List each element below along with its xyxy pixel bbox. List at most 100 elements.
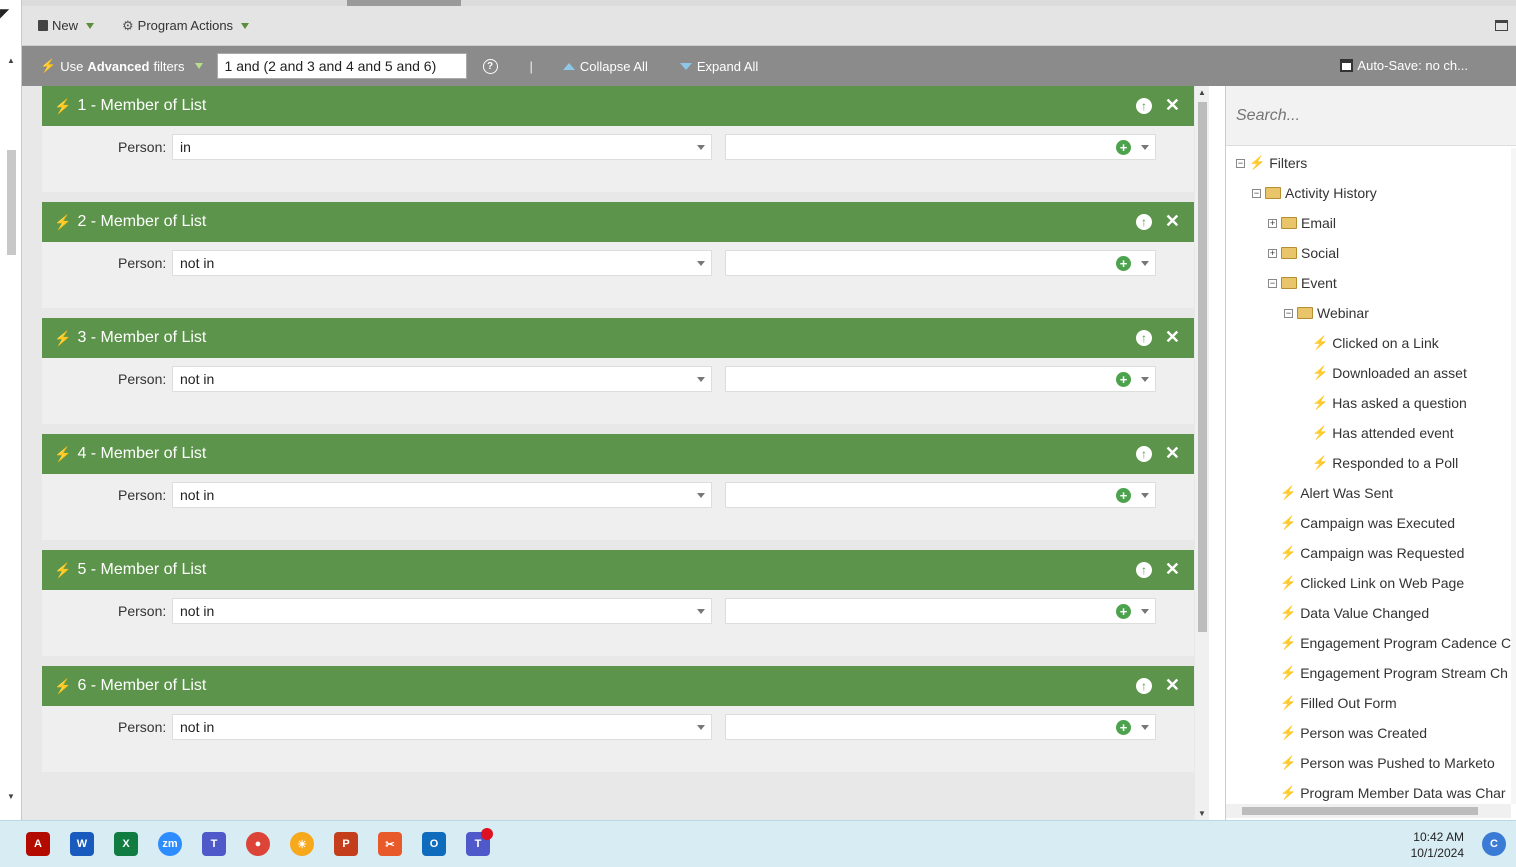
close-icon[interactable]: ✕ bbox=[1165, 211, 1180, 232]
canvas-scroll-thumb[interactable] bbox=[1198, 102, 1207, 632]
tree-item[interactable]: ⚡ Person was Pushed to Marketo bbox=[1280, 748, 1495, 778]
tree-scroll-thumb[interactable] bbox=[1242, 807, 1478, 815]
scroll-down-icon[interactable]: ▼ bbox=[1198, 809, 1206, 818]
word-icon[interactable]: W bbox=[70, 832, 94, 856]
add-icon[interactable]: + bbox=[1116, 140, 1131, 155]
move-up-icon[interactable]: ↑ bbox=[1136, 330, 1152, 346]
move-up-icon[interactable]: ↑ bbox=[1136, 446, 1152, 462]
tree-item[interactable]: ⚡ Person was Created bbox=[1280, 718, 1427, 748]
scroll-down-icon[interactable]: ▼ bbox=[7, 792, 15, 801]
expand-toggle-icon[interactable]: + bbox=[1268, 218, 1277, 228]
program-actions-button[interactable]: ⚙ Program Actions bbox=[122, 18, 250, 34]
collapse-toggle-icon[interactable]: − bbox=[1252, 188, 1261, 198]
tree-item[interactable]: − Event bbox=[1268, 268, 1337, 298]
filter-logic-input[interactable] bbox=[216, 53, 467, 79]
move-up-icon[interactable]: ↑ bbox=[1136, 98, 1152, 114]
filter-header[interactable]: ⚡ 3 - Member of List ↑ ✕ bbox=[42, 318, 1194, 358]
list-value-select[interactable]: + bbox=[725, 598, 1156, 624]
tree-item[interactable]: ⚡ Downloaded an asset bbox=[1312, 358, 1467, 388]
tree-item[interactable]: − Webinar bbox=[1284, 298, 1369, 328]
filter-header[interactable]: ⚡ 6 - Member of List ↑ ✕ bbox=[42, 666, 1194, 706]
list-value-select[interactable]: + bbox=[725, 482, 1156, 508]
close-icon[interactable]: ✕ bbox=[1165, 443, 1180, 464]
window-maximize-icon[interactable] bbox=[1495, 20, 1508, 31]
chrome-icon[interactable]: ● bbox=[246, 832, 270, 856]
scroll-up-icon[interactable]: ▲ bbox=[7, 56, 15, 65]
close-icon[interactable]: ✕ bbox=[1165, 327, 1180, 348]
search-input[interactable] bbox=[1226, 98, 1511, 134]
add-icon[interactable]: + bbox=[1116, 372, 1131, 387]
tree-horizontal-scrollbar[interactable] bbox=[1226, 804, 1511, 818]
left-scrollbar[interactable]: ▲ ▼ bbox=[5, 50, 18, 805]
acrobat-icon[interactable]: A bbox=[26, 832, 50, 856]
tree-item[interactable]: ⚡ Data Value Changed bbox=[1280, 598, 1429, 628]
person-label: Person: bbox=[118, 719, 167, 735]
left-scroll-thumb[interactable] bbox=[7, 150, 16, 255]
move-up-icon[interactable]: ↑ bbox=[1136, 214, 1152, 230]
filter-header[interactable]: ⚡ 4 - Member of List ↑ ✕ bbox=[42, 434, 1194, 474]
snipping-tool-icon[interactable]: ✂ bbox=[378, 832, 402, 856]
operator-select[interactable]: not in bbox=[172, 366, 712, 392]
add-icon[interactable]: + bbox=[1116, 256, 1131, 271]
tree-item-label: Alert Was Sent bbox=[1300, 485, 1394, 501]
tree-vertical-scrollbar[interactable] bbox=[1511, 148, 1516, 804]
add-icon[interactable]: + bbox=[1116, 488, 1131, 503]
expand-toggle-icon[interactable]: + bbox=[1268, 248, 1277, 258]
list-value-select[interactable]: + bbox=[725, 250, 1156, 276]
weather-icon[interactable]: ☀ bbox=[290, 832, 314, 856]
tree-item[interactable]: ⚡ Has attended event bbox=[1312, 418, 1454, 448]
tree-item[interactable]: ⚡ Filled Out Form bbox=[1280, 688, 1397, 718]
powerpoint-icon[interactable]: P bbox=[334, 832, 358, 856]
tree-item[interactable]: ⚡ Clicked Link on Web Page bbox=[1280, 568, 1464, 598]
collapse-toggle-icon[interactable]: − bbox=[1236, 158, 1245, 168]
operator-select[interactable]: not in bbox=[172, 250, 712, 276]
add-icon[interactable]: + bbox=[1116, 604, 1131, 619]
advanced-filters-toggle[interactable]: ⚡ Use Advanced filters bbox=[40, 58, 203, 74]
tree-item[interactable]: ⚡ Campaign was Executed bbox=[1280, 508, 1455, 538]
tree-item[interactable]: ⚡ Engagement Program Stream Ch bbox=[1280, 658, 1508, 688]
close-icon[interactable]: ✕ bbox=[1165, 559, 1180, 580]
outlook-icon[interactable]: O bbox=[422, 832, 446, 856]
help-icon[interactable]: ? bbox=[482, 58, 498, 74]
close-icon[interactable]: ✕ bbox=[1165, 675, 1180, 696]
move-up-icon[interactable]: ↑ bbox=[1136, 678, 1152, 694]
operator-select[interactable]: in bbox=[172, 134, 712, 160]
tree-item[interactable]: ⚡ Responded to a Poll bbox=[1312, 448, 1458, 478]
collapse-arrow-icon[interactable]: ◤ bbox=[0, 6, 9, 20]
operator-select[interactable]: not in bbox=[172, 482, 712, 508]
expand-all-button[interactable]: Expand All bbox=[679, 59, 758, 74]
filter-header[interactable]: ⚡ 2 - Member of List ↑ ✕ bbox=[42, 202, 1194, 242]
tree-item[interactable]: ⚡ Clicked on a Link bbox=[1312, 328, 1439, 358]
tree-item[interactable]: − ⚡ Filters bbox=[1236, 148, 1307, 178]
filter-header[interactable]: ⚡ 1 - Member of List ↑ ✕ bbox=[42, 86, 1194, 126]
collapse-toggle-icon[interactable]: − bbox=[1284, 308, 1293, 318]
tree-item[interactable]: ⚡ Has asked a question bbox=[1312, 388, 1467, 418]
tree-item[interactable]: − Activity History bbox=[1252, 178, 1377, 208]
collapse-toggle-icon[interactable]: − bbox=[1268, 278, 1277, 288]
scroll-up-icon[interactable]: ▲ bbox=[1198, 88, 1206, 97]
tree-item[interactable]: ⚡ Alert Was Sent bbox=[1280, 478, 1393, 508]
document-icon bbox=[38, 20, 48, 31]
operator-select[interactable]: not in bbox=[172, 714, 712, 740]
list-value-select[interactable]: + bbox=[725, 714, 1156, 740]
tree-item[interactable]: + Email bbox=[1268, 208, 1336, 238]
copilot-icon[interactable]: C bbox=[1482, 832, 1506, 856]
list-value-select[interactable]: + bbox=[725, 366, 1156, 392]
tree-item[interactable]: + Social bbox=[1268, 238, 1339, 268]
teams-icon[interactable]: T bbox=[202, 832, 226, 856]
operator-select[interactable]: not in bbox=[172, 598, 712, 624]
list-value-select[interactable]: + bbox=[725, 134, 1156, 160]
tree-item[interactable]: ⚡ Campaign was Requested bbox=[1280, 538, 1464, 568]
filter-header[interactable]: ⚡ 5 - Member of List ↑ ✕ bbox=[42, 550, 1194, 590]
tree-item[interactable]: ⚡ Engagement Program Cadence C bbox=[1280, 628, 1511, 658]
add-icon[interactable]: + bbox=[1116, 720, 1131, 735]
zoom-icon[interactable]: zm bbox=[158, 832, 182, 856]
system-clock[interactable]: 10:42 AM 10/1/2024 bbox=[1411, 829, 1464, 861]
excel-icon[interactable]: X bbox=[114, 832, 138, 856]
tree-item[interactable]: ⚡ Program Member Data was Char bbox=[1280, 778, 1506, 804]
move-up-icon[interactable]: ↑ bbox=[1136, 562, 1152, 578]
close-icon[interactable]: ✕ bbox=[1165, 95, 1180, 116]
canvas-scrollbar[interactable]: ▲ ▼ bbox=[1195, 86, 1209, 820]
collapse-all-button[interactable]: Collapse All bbox=[562, 59, 648, 74]
new-button[interactable]: New bbox=[38, 18, 95, 33]
